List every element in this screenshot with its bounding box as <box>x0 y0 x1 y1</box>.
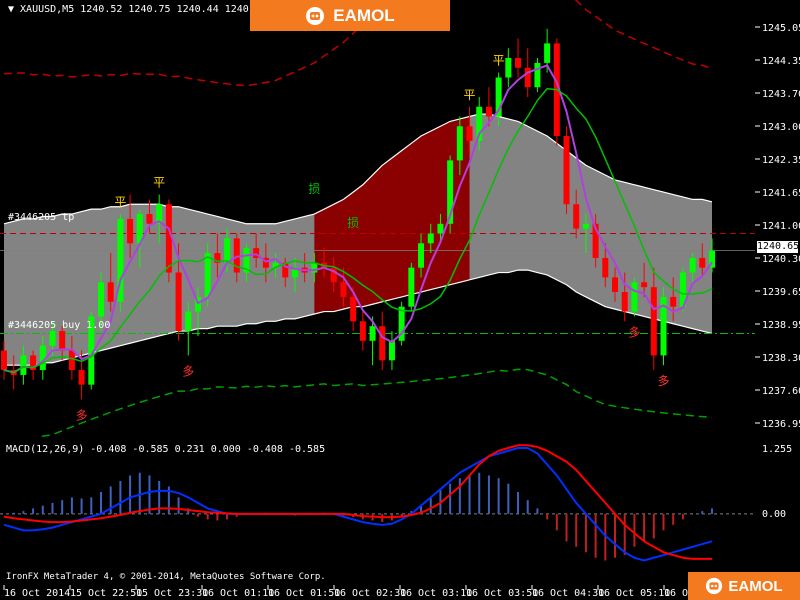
symbol-header: ▼ XAUUSD,M5 1240.52 1240.75 1240.44 1240… <box>8 4 267 15</box>
time-tick-label: 16 Oct 03:50 <box>466 588 538 599</box>
signal-marker: 平 <box>464 88 476 102</box>
signal-marker: 损 <box>308 182 320 196</box>
signal-marker: 多 <box>182 364 194 378</box>
signal-marker: 平 <box>493 54 505 68</box>
time-tick-label: 16 Oct 2014 <box>4 588 70 599</box>
signal-marker: 多 <box>76 408 88 422</box>
price-tick-label: 1241.65 <box>762 188 800 199</box>
candle-body <box>699 257 706 268</box>
candle-body <box>350 296 357 322</box>
red-zone <box>314 116 470 314</box>
time-tick-label: 15 Oct 22:50 <box>70 588 142 599</box>
price-tick-label: 1245.05 <box>762 23 800 34</box>
candle-body <box>544 43 551 63</box>
candle-body <box>379 326 386 361</box>
candle-body <box>68 350 75 371</box>
signal-marker: 多 <box>628 325 640 339</box>
candle-body <box>485 106 492 117</box>
outer-lower-channel <box>38 368 713 437</box>
time-tick-label: 16 Oct 01:10 <box>202 588 274 599</box>
candle-body <box>650 287 657 356</box>
candle-body <box>127 218 134 244</box>
candle-body <box>408 267 415 307</box>
time-tick-label: 16 Oct 05:10 <box>598 588 670 599</box>
candle-body <box>456 126 463 161</box>
candle-body <box>224 238 231 263</box>
candle-body <box>621 292 628 312</box>
time-tick-label: 15 Oct 23:30 <box>136 588 208 599</box>
price-tick-label: 1242.35 <box>762 155 800 166</box>
price-tick-label: 1240.30 <box>762 254 800 265</box>
candle-body <box>641 282 648 288</box>
price-tick-label: 1239.65 <box>762 287 800 298</box>
candle-body <box>670 296 677 307</box>
candle-body <box>573 204 580 229</box>
trading-chart[interactable]: 平平平平多多多多损损 1245.05 1244.35 1243.70 1243.00 1… <box>0 0 800 600</box>
copyright-text: IronFX MetaTrader 4, © 2001-2014, MetaQu… <box>6 572 326 582</box>
candle-body <box>175 272 182 332</box>
macd-tick-label: 0.00 <box>762 509 786 520</box>
time-tick-label: 16 Oct 02:30 <box>334 588 406 599</box>
signal-marker: 损 <box>347 216 359 230</box>
candle-body <box>97 282 104 317</box>
candle-body <box>466 126 473 141</box>
logo-banner-bottom: EAMOL <box>688 572 800 600</box>
candle-body <box>602 257 609 278</box>
candle-body <box>359 321 366 341</box>
candle-body <box>20 355 27 375</box>
macd-tick-label: 1.255 <box>762 444 792 455</box>
candle-body <box>524 67 531 88</box>
candle-body <box>59 331 66 351</box>
candle-body <box>612 277 619 293</box>
robot-icon <box>306 6 325 25</box>
time-tick-label: 16 Oct 04:30 <box>532 588 604 599</box>
logo-text: EAMOL <box>333 5 395 25</box>
candle-body <box>534 62 541 88</box>
candle-body <box>1 350 7 371</box>
candle-body <box>369 326 376 341</box>
robot-icon <box>706 577 723 595</box>
macd-chart[interactable] <box>0 440 755 585</box>
tp-order-label[interactable]: #3446205 tp <box>8 212 74 223</box>
price-tick-label: 1238.30 <box>762 353 800 364</box>
time-tick-label: 16 Oct 01:50 <box>268 588 340 599</box>
candle-body <box>437 223 444 234</box>
candle-body <box>185 311 192 332</box>
price-tick-label: 1244.35 <box>762 56 800 67</box>
price-tick-label: 1243.00 <box>762 122 800 133</box>
current-price-tag: 1240.65 <box>757 241 800 253</box>
logo-banner-top: EAMOL <box>250 0 450 31</box>
candle-body <box>165 204 172 273</box>
candle-body <box>631 282 638 312</box>
price-chart[interactable]: 平平平平多多多多损损 <box>0 0 755 437</box>
candle-body <box>146 214 153 224</box>
candle-body <box>563 136 570 205</box>
price-tick-label: 1243.70 <box>762 89 800 100</box>
candle-body <box>418 243 425 268</box>
logo-text: EAMOL <box>728 577 783 595</box>
price-tick-label: 1236.95 <box>762 419 800 430</box>
candle-body <box>505 58 512 78</box>
price-tick-label: 1238.95 <box>762 320 800 331</box>
candle-body <box>49 331 56 346</box>
candle-body <box>204 253 211 297</box>
candle-body <box>582 223 589 229</box>
candle-body <box>427 233 434 244</box>
candle-body <box>340 282 347 297</box>
candle-body <box>515 58 522 68</box>
signal-marker: 平 <box>153 176 165 190</box>
price-tick-label: 1241.00 <box>762 221 800 232</box>
candle-body <box>388 340 395 361</box>
candle-body <box>689 257 696 273</box>
signal-marker: 多 <box>658 374 670 388</box>
candle-body <box>78 370 85 385</box>
buy-order-label[interactable]: #3446205 buy 1.00 <box>8 320 110 331</box>
macd-header: MACD(12,26,9) -0.408 -0.585 0.231 0.000 … <box>6 444 326 455</box>
time-tick-label: 16 Oct 03:10 <box>400 588 472 599</box>
candle-body <box>107 282 114 302</box>
signal-marker: 平 <box>114 195 126 209</box>
price-tick-label: 1237.60 <box>762 386 800 397</box>
